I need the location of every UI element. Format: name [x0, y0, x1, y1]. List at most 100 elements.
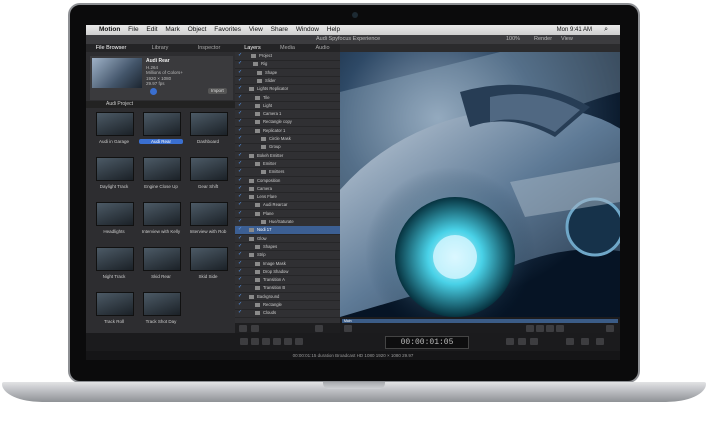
layer-visibility-checkbox[interactable]: ✓	[238, 152, 242, 160]
layer-row[interactable]: ✓ Project	[235, 52, 340, 61]
menu-item-view[interactable]: View	[249, 26, 263, 33]
thumbnail-item[interactable]: Interview with Rob	[186, 202, 230, 237]
thumbnail-item[interactable]: Track Roll	[92, 292, 136, 327]
timecode-display[interactable]: 00:00:01:05	[385, 336, 469, 349]
generators-icon[interactable]	[530, 338, 538, 345]
previous-frame-icon[interactable]	[526, 325, 534, 332]
thumbnail-item[interactable]: Daylight Track	[92, 157, 136, 192]
thumbnail-item[interactable]: Interview with Kelly	[139, 202, 183, 237]
layer-row[interactable]: ✓ Audi Rearcar	[235, 201, 340, 210]
layer-row[interactable]: ✓ Camera 1	[235, 110, 340, 119]
import-button[interactable]: Import	[208, 88, 227, 94]
layer-visibility-checkbox[interactable]: ✓	[238, 301, 242, 309]
layer-visibility-checkbox[interactable]: ✓	[238, 235, 242, 243]
thumbnail-item[interactable]: Audi in Garage	[92, 112, 136, 147]
view-menu[interactable]: View	[561, 35, 573, 44]
layer-visibility-checkbox[interactable]: ✓	[238, 201, 242, 209]
layer-visibility-checkbox[interactable]: ✓	[238, 293, 242, 301]
thumbnail-item[interactable]: Track Shot Day	[139, 292, 183, 327]
layer-row[interactable]: ✓ Plane	[235, 210, 340, 219]
layer-row[interactable]: ✓ Background	[235, 293, 340, 302]
layer-visibility-checkbox[interactable]: ✓	[238, 85, 242, 93]
search-layers-icon[interactable]	[251, 325, 259, 332]
thumbnail-item[interactable]: Gear Shift	[186, 157, 230, 192]
menu-item-mark[interactable]: Mark	[165, 26, 179, 33]
layer-row[interactable]: ✓ Image Mask	[235, 260, 340, 269]
render-menu[interactable]: Render	[534, 35, 552, 44]
loop-icon[interactable]	[606, 325, 614, 332]
select-tool-icon[interactable]	[240, 338, 248, 345]
timeline-bar[interactable]: Main	[342, 319, 618, 323]
menu-item-share[interactable]: Share	[271, 26, 288, 33]
layer-row[interactable]: ✓ Group	[235, 143, 340, 152]
layer-visibility-checkbox[interactable]: ✓	[238, 135, 242, 143]
tab-audio[interactable]: Audio	[305, 44, 340, 52]
behaviors-icon[interactable]	[506, 338, 514, 345]
zoom-level[interactable]: 100%	[506, 35, 520, 44]
layer-row[interactable]: ✓ Transition B	[235, 284, 340, 293]
thumbnail-item[interactable]: Audi Rear	[139, 112, 183, 147]
layer-row[interactable]: ✓ Camera	[235, 185, 340, 194]
layer-visibility-checkbox[interactable]: ✓	[238, 127, 242, 135]
layer-visibility-checkbox[interactable]: ✓	[238, 168, 242, 176]
layer-row[interactable]: ✓ Replicator 1	[235, 127, 340, 136]
layer-row[interactable]: ✓ Slider	[235, 77, 340, 86]
menu-clock[interactable]: Mon 9:41 AM	[557, 25, 592, 35]
pan-tool-icon[interactable]	[251, 338, 259, 345]
layer-row[interactable]: ✓ Shapes	[235, 243, 340, 252]
layer-visibility-checkbox[interactable]: ✓	[238, 309, 242, 317]
layer-visibility-checkbox[interactable]: ✓	[238, 218, 242, 226]
menu-item-object[interactable]: Object	[188, 26, 207, 33]
layer-visibility-checkbox[interactable]: ✓	[238, 110, 242, 118]
layer-visibility-checkbox[interactable]: ✓	[238, 102, 242, 110]
layer-row[interactable]: ✓ Transition A	[235, 276, 340, 285]
layer-row[interactable]: ✓ Lights Replicator	[235, 85, 340, 94]
layer-row[interactable]: ✓ Emitters	[235, 168, 340, 177]
layer-row[interactable]: ✓ Hue/Saturate	[235, 218, 340, 227]
layer-visibility-checkbox[interactable]: ✓	[238, 69, 242, 77]
thumbnail-item[interactable]: Engine Close Up	[139, 157, 183, 192]
layer-row[interactable]: ✓ Glow	[235, 235, 340, 244]
add-layer-icon[interactable]	[239, 325, 247, 332]
layer-visibility-checkbox[interactable]: ✓	[238, 260, 242, 268]
layer-row[interactable]: ✓ Bokeh Emitter	[235, 152, 340, 161]
menu-item-motion[interactable]: Motion	[99, 26, 120, 33]
rewind-icon[interactable]	[344, 325, 352, 332]
thumbnail-item[interactable]: Night Track	[92, 247, 136, 282]
layer-row[interactable]: ✓ Nodi 17	[235, 226, 340, 235]
play-preview-icon[interactable]	[150, 88, 157, 95]
layer-visibility-checkbox[interactable]: ✓	[238, 251, 242, 259]
layer-row[interactable]: ✓ Rectangle	[235, 301, 340, 310]
layer-visibility-checkbox[interactable]: ✓	[238, 52, 242, 60]
thumbnail-item[interactable]: Skid Rear	[139, 247, 183, 282]
layer-visibility-checkbox[interactable]: ✓	[238, 60, 242, 68]
tab-layers[interactable]: Layers	[235, 44, 270, 52]
layer-visibility-checkbox[interactable]: ✓	[238, 210, 242, 218]
layer-visibility-checkbox[interactable]: ✓	[238, 160, 242, 168]
layer-visibility-checkbox[interactable]: ✓	[238, 94, 242, 102]
layer-visibility-checkbox[interactable]: ✓	[238, 193, 242, 201]
volume-icon[interactable]	[596, 338, 604, 345]
layer-row[interactable]: ✓ Emitter	[235, 160, 340, 169]
tab-inspector[interactable]: Inspector	[184, 44, 234, 52]
layer-row[interactable]: ✓ Clouds	[235, 309, 340, 318]
next-frame-icon[interactable]	[546, 325, 554, 332]
layer-row[interactable]: ✓ Tile	[235, 94, 340, 103]
filters-icon[interactable]	[518, 338, 526, 345]
layer-visibility-checkbox[interactable]: ✓	[238, 77, 242, 85]
text-tool-icon[interactable]	[295, 338, 303, 345]
menu-item-help[interactable]: Help	[327, 26, 340, 33]
layer-row[interactable]: ✓ Rig	[235, 60, 340, 69]
menu-item-edit[interactable]: Edit	[146, 26, 157, 33]
layer-visibility-checkbox[interactable]: ✓	[238, 177, 242, 185]
share-icon[interactable]	[581, 338, 589, 345]
layer-visibility-checkbox[interactable]: ✓	[238, 118, 242, 126]
search-icon[interactable]: ⌕	[604, 25, 608, 35]
thumbnail-item[interactable]: Skid Side	[186, 247, 230, 282]
layer-visibility-checkbox[interactable]: ✓	[238, 226, 242, 234]
thumbnail-item[interactable]: Headlights	[92, 202, 136, 237]
thumbnail-item[interactable]: Dashboard	[186, 112, 230, 147]
preview-thumbnail[interactable]	[92, 58, 142, 88]
shape-tool-icon[interactable]	[262, 338, 270, 345]
tab-media[interactable]: Media	[270, 44, 305, 52]
